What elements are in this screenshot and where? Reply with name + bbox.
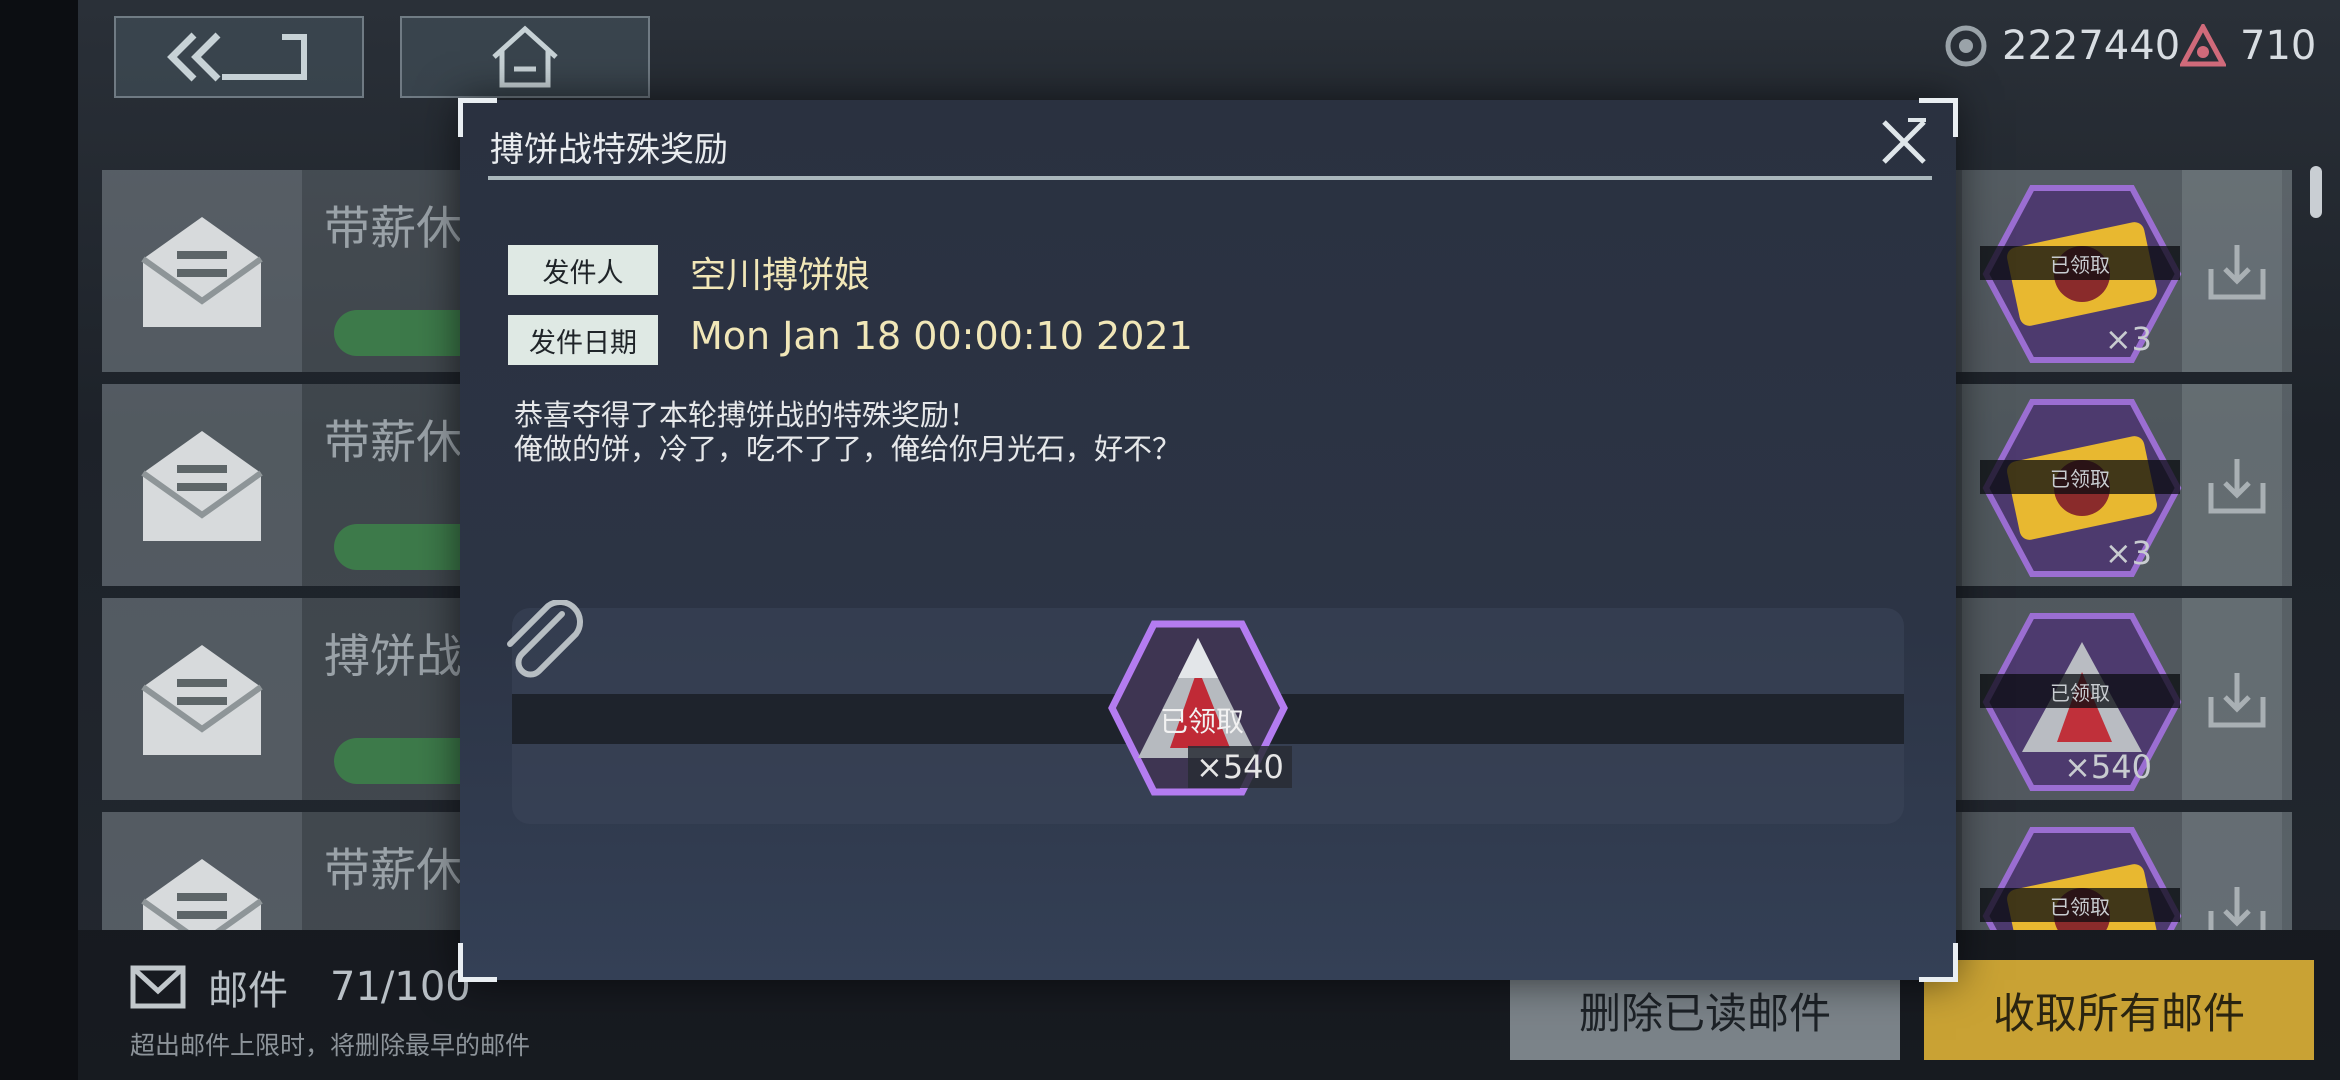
collect-button[interactable] [2182, 812, 2292, 930]
coin-icon [1945, 25, 1987, 67]
attachment-quantity: ×540 [1188, 746, 1292, 788]
mail-subject: 带薪休 [324, 415, 462, 469]
claimed-label: 已领取 [1980, 674, 2180, 708]
download-icon [2208, 459, 2266, 514]
scrollbar[interactable] [2310, 166, 2322, 218]
home-button[interactable] [400, 16, 650, 98]
title-divider [488, 176, 1932, 180]
sender-label: 发件人 [508, 245, 658, 295]
home-icon [492, 25, 558, 88]
reward-quantity: ×3 [2104, 534, 2152, 572]
attachment-claimed-label: 已领取 [1160, 705, 1245, 738]
claimed-label: 已领取 [1980, 460, 2180, 494]
mail-label: 邮件 [208, 968, 288, 1014]
date-label: 发件日期 [508, 315, 658, 365]
envelope-icon [141, 645, 263, 755]
reward-quantity: ×540 [2064, 748, 2152, 786]
mail-icon [130, 965, 186, 1009]
send-date: Mon Jan 18 00:00:10 2021 [690, 314, 1193, 358]
claimed-label: 已领取 [1980, 888, 2180, 922]
collect-button[interactable] [2182, 598, 2292, 800]
envelope-icon [141, 431, 263, 541]
download-icon [2208, 887, 2266, 930]
coin-amount: 2227440 [2002, 23, 2181, 69]
download-icon [2208, 673, 2266, 728]
gem-amount: 710 [2240, 23, 2317, 69]
collect-all-button[interactable]: 收取所有邮件 [1924, 960, 2314, 1060]
mail-detail-dialog: 搏饼战特殊奖励 发件人 空川搏饼娘 发件日期 Mon Jan 18 00:00:… [458, 98, 1958, 982]
dialog-title: 搏饼战特殊奖励 [490, 130, 728, 170]
paperclip-icon [507, 600, 583, 678]
claimed-label: 已领取 [1980, 246, 2180, 280]
mail-body-line: 俺做的饼，冷了，吃不了了，俺给你月光石，好不？ [514, 432, 1182, 466]
sender-name: 空川搏饼娘 [690, 255, 871, 296]
mail-subject: 带薪休 [324, 843, 462, 897]
envelope-box [102, 384, 302, 586]
envelope-icon [141, 217, 263, 327]
mail-subject: 搏饼战 [324, 629, 462, 683]
gem-balance: 710 [2180, 18, 2316, 74]
collect-button[interactable] [2182, 384, 2292, 586]
envelope-box [102, 812, 302, 930]
gem-icon [2180, 24, 2226, 67]
mail-limit-note: 超出邮件上限时，将删除最早的邮件 [130, 1031, 531, 1060]
mail-body-line: 恭喜夺得了本轮搏饼战的特殊奖励！ [514, 398, 979, 432]
download-icon [2208, 245, 2266, 300]
mail-counter: 邮件 71/100 [130, 958, 471, 1016]
envelope-box [102, 170, 302, 372]
mail-count: 71/100 [330, 964, 471, 1010]
back-icon [167, 32, 307, 82]
collect-button[interactable] [2182, 170, 2292, 372]
close-icon[interactable] [1878, 116, 1930, 168]
left-edge [0, 0, 78, 1080]
frame-corner [458, 943, 497, 982]
frame-corner [1919, 943, 1958, 982]
reward-quantity: ×3 [2104, 320, 2152, 358]
coin-balance: 2227440 [1944, 18, 2180, 74]
envelope-icon [141, 859, 263, 930]
mail-body: 恭喜夺得了本轮搏饼战的特殊奖励！ 俺做的饼，冷了，吃不了了，俺给你月光石，好不？ [514, 398, 1181, 466]
back-button[interactable] [114, 16, 364, 98]
mail-subject: 带薪休 [324, 201, 462, 255]
envelope-box [102, 598, 302, 800]
